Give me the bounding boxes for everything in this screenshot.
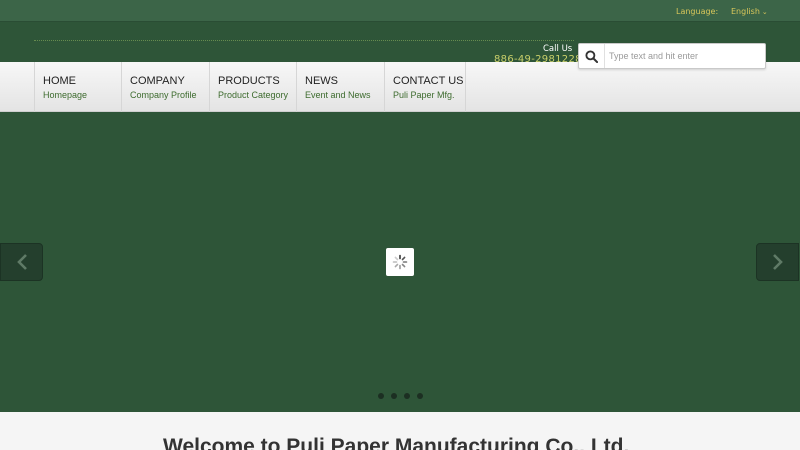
slider-dot[interactable]	[417, 393, 423, 399]
language-value: English	[731, 7, 760, 16]
spinner-icon	[392, 254, 408, 270]
welcome-heading: Welcome to Puli Paper Manufacturing Co.,…	[163, 435, 630, 450]
nav-subtitle: Puli Paper Mfg.	[393, 90, 455, 100]
nav-subtitle: Event and News	[305, 90, 371, 100]
nav-item-products[interactable]: PRODUCTS Product Category	[209, 62, 291, 112]
search-input[interactable]	[609, 47, 759, 65]
nav-title: CONTACT US	[393, 75, 464, 87]
search-box	[578, 43, 766, 69]
top-bar: Language: English ⌄	[0, 0, 800, 22]
hero-slider	[0, 112, 800, 412]
slider-loader	[386, 248, 414, 276]
slider-pagination	[378, 393, 423, 399]
slider-dot[interactable]	[404, 393, 410, 399]
chevron-right-icon	[772, 254, 783, 270]
search-icon	[585, 49, 598, 63]
nav-divider	[465, 62, 466, 112]
content-section: Welcome to Puli Paper Manufacturing Co.,…	[0, 412, 800, 450]
chevron-down-icon: ⌄	[761, 8, 768, 16]
nav-item-company[interactable]: COMPANY Company Profile	[121, 62, 203, 112]
nav-title: NEWS	[305, 75, 338, 87]
nav-item-home[interactable]: HOME Homepage	[34, 62, 116, 112]
nav-title: COMPANY	[130, 75, 185, 87]
nav-subtitle: Company Profile	[130, 90, 197, 100]
language-selector[interactable]: English ⌄	[731, 7, 768, 16]
slider-prev-button[interactable]	[0, 243, 43, 281]
header-decoration	[34, 40, 574, 42]
chevron-left-icon	[16, 254, 27, 270]
nav-item-contact[interactable]: CONTACT US Puli Paper Mfg.	[384, 62, 466, 112]
language-label: Language:	[676, 7, 719, 16]
slider-dot[interactable]	[391, 393, 397, 399]
slider-dot[interactable]	[378, 393, 384, 399]
nav-title: PRODUCTS	[218, 75, 280, 87]
slider-next-button[interactable]	[756, 243, 799, 281]
call-us-label: Call Us	[543, 44, 573, 54]
nav-subtitle: Homepage	[43, 90, 88, 100]
main-nav: HOME Homepage COMPANY Company Profile PR…	[0, 62, 800, 112]
nav-subtitle: Product Category	[218, 90, 289, 100]
nav-item-news[interactable]: NEWS Event and News	[296, 62, 378, 112]
search-button[interactable]	[579, 44, 605, 68]
nav-title: HOME	[43, 75, 76, 87]
